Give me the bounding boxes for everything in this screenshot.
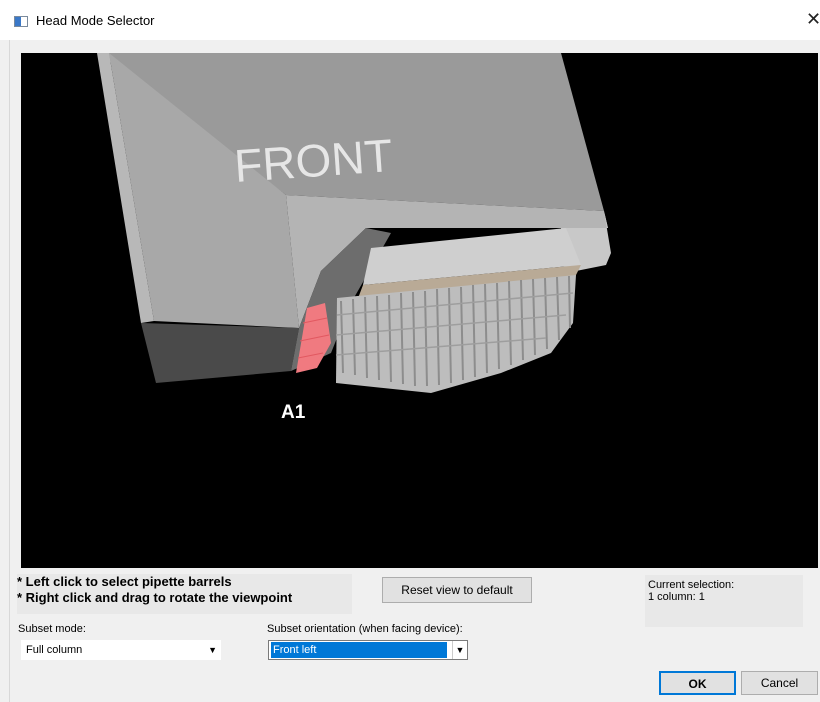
chevron-down-icon: ▼ bbox=[452, 641, 467, 659]
cancel-button[interactable]: Cancel bbox=[741, 671, 818, 695]
app-window-icon bbox=[14, 16, 28, 27]
current-selection-heading: Current selection: bbox=[648, 579, 735, 591]
front-label: FRONT bbox=[233, 129, 395, 192]
instruction-right-drag: * Right click and drag to rotate the vie… bbox=[17, 590, 293, 605]
current-selection-panel: Current selection: 1 column: 1 bbox=[645, 575, 803, 627]
subset-orientation-value: Front left bbox=[271, 642, 447, 658]
pipette-head-model[interactable]: FRONT A1 bbox=[21, 53, 818, 568]
head-bottom-face bbox=[141, 323, 299, 383]
3d-viewport[interactable]: FRONT A1 bbox=[21, 53, 818, 568]
subset-orientation-dropdown[interactable]: Front left ▼ bbox=[268, 640, 468, 660]
window-title: Head Mode Selector bbox=[36, 13, 155, 28]
subset-mode-dropdown[interactable]: Full column ▼ bbox=[21, 640, 221, 660]
ok-button[interactable]: OK bbox=[659, 671, 736, 695]
title-bar: Head Mode Selector ✕ bbox=[0, 0, 820, 40]
instructions-panel: * Left click to select pipette barrels *… bbox=[17, 574, 352, 614]
subset-mode-value: Full column bbox=[26, 644, 83, 656]
close-icon[interactable]: ✕ bbox=[806, 9, 820, 29]
current-selection-value: 1 column: 1 bbox=[648, 591, 705, 603]
chevron-down-icon: ▼ bbox=[208, 645, 217, 655]
subset-mode-label: Subset mode: bbox=[18, 623, 86, 635]
subset-orientation-label: Subset orientation (when facing device): bbox=[267, 623, 463, 635]
position-label-a1: A1 bbox=[281, 402, 306, 423]
instruction-left-click: * Left click to select pipette barrels bbox=[17, 574, 232, 589]
reset-view-button[interactable]: Reset view to default bbox=[382, 577, 532, 603]
